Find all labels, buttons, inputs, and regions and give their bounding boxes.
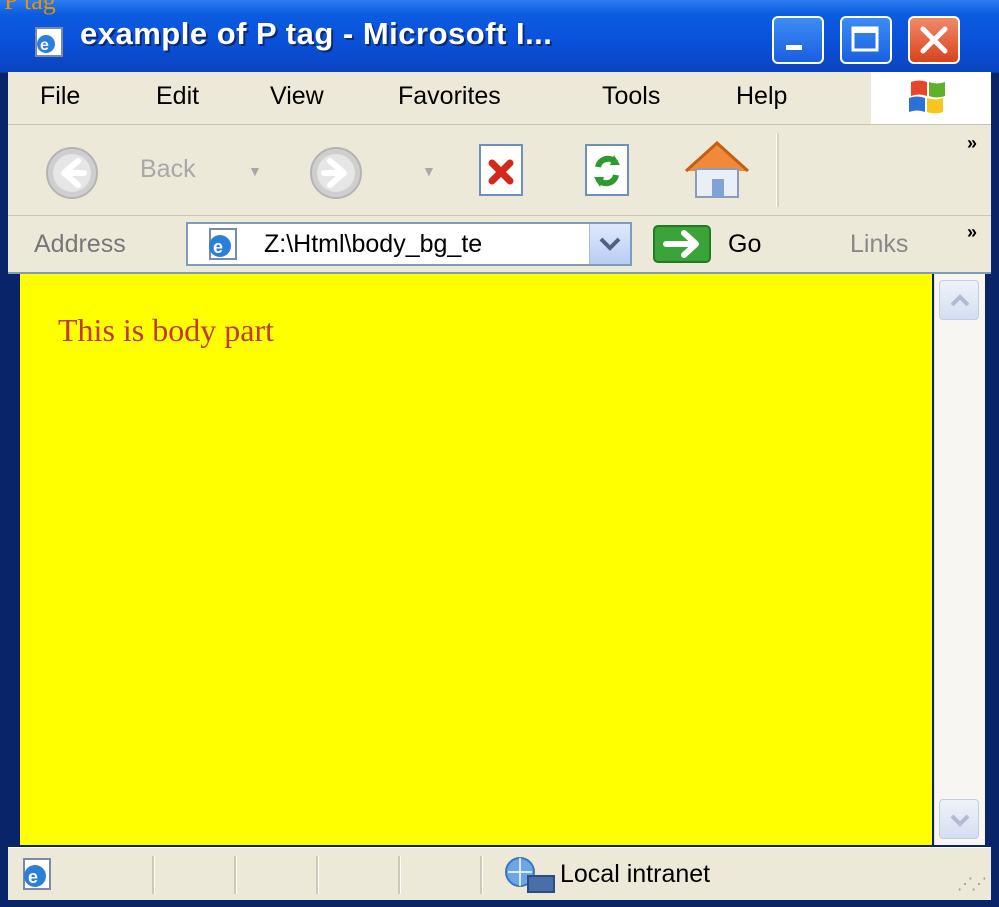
address-url[interactable]: Z:\Html\body_bg_te [264,230,564,259]
back-button-label[interactable]: Back [140,155,196,184]
forward-arrow-icon[interactable] [308,145,364,201]
svg-text:e: e [213,237,223,257]
status-separator [398,856,401,894]
scroll-up-button[interactable] [939,280,979,320]
minimize-button[interactable] [772,16,824,64]
status-separator [316,856,319,894]
menu-help[interactable]: Help [736,82,787,111]
address-dropdown-button[interactable] [589,224,630,264]
address-bar: Address e Z:\Html\body_bg_te Go Links » [8,216,991,274]
menu-tools[interactable]: Tools [602,82,660,111]
vertical-scrollbar[interactable] [934,274,985,845]
window-title: example of P tag - Microsoft I... [80,16,553,51]
status-separator [480,856,483,894]
go-button-label[interactable]: Go [728,230,761,259]
toolbar-separator [776,133,779,207]
body-paragraph: This is body part [58,312,274,348]
ie-page-icon: e [23,858,51,890]
stop-icon[interactable] [472,141,532,201]
refresh-icon[interactable] [578,141,638,201]
page-content: This is body part [20,274,932,845]
overlay-text: P tag [4,0,56,15]
windows-logo [871,72,991,124]
menu-file[interactable]: File [40,82,80,111]
local-intranet-icon [505,857,555,893]
forward-dropdown-icon[interactable]: ▼ [422,163,436,179]
windows-flag-icon [909,80,945,114]
chevron-down-icon [950,814,970,827]
resize-grip-icon[interactable]: ⋰⋰ [957,874,987,894]
maximize-icon [851,26,879,52]
ie-window: P tag e example of P tag - Microsoft I..… [0,0,999,907]
menu-favorites[interactable]: Favorites [398,82,501,111]
menu-edit[interactable]: Edit [156,82,199,111]
ie-page-icon: e [209,228,237,260]
links-toolbar-label[interactable]: Links [850,230,908,259]
chevron-down-icon [599,237,621,251]
svg-text:e: e [28,867,38,887]
status-separator [234,856,237,894]
address-label: Address [34,230,126,258]
go-arrow-icon[interactable] [652,224,712,264]
home-icon[interactable] [680,137,754,203]
status-separator [152,856,155,894]
close-button[interactable] [908,16,960,64]
status-bar: e Local intranet ⋰⋰ [8,847,991,900]
address-input[interactable]: e Z:\Html\body_bg_te [186,222,632,266]
back-dropdown-icon[interactable]: ▼ [248,163,262,179]
back-arrow-icon[interactable] [44,145,100,201]
minimize-icon [786,45,802,50]
scroll-down-button[interactable] [939,799,979,839]
menu-bar: File Edit View Favorites Tools Help [8,72,991,125]
standard-toolbar: Back ▼ ▼ » [8,125,991,216]
chevron-up-icon [950,294,970,307]
links-more-icon[interactable]: » [967,222,977,243]
ie-page-icon: e [35,27,63,57]
title-bar[interactable]: e example of P tag - Microsoft I... [0,0,999,73]
close-icon [920,26,948,54]
maximize-button[interactable] [840,16,892,64]
toolbar-more-icon[interactable]: » [967,133,977,154]
security-zone-label: Local intranet [560,860,711,888]
svg-text:e: e [40,37,49,54]
menu-view[interactable]: View [270,82,324,111]
